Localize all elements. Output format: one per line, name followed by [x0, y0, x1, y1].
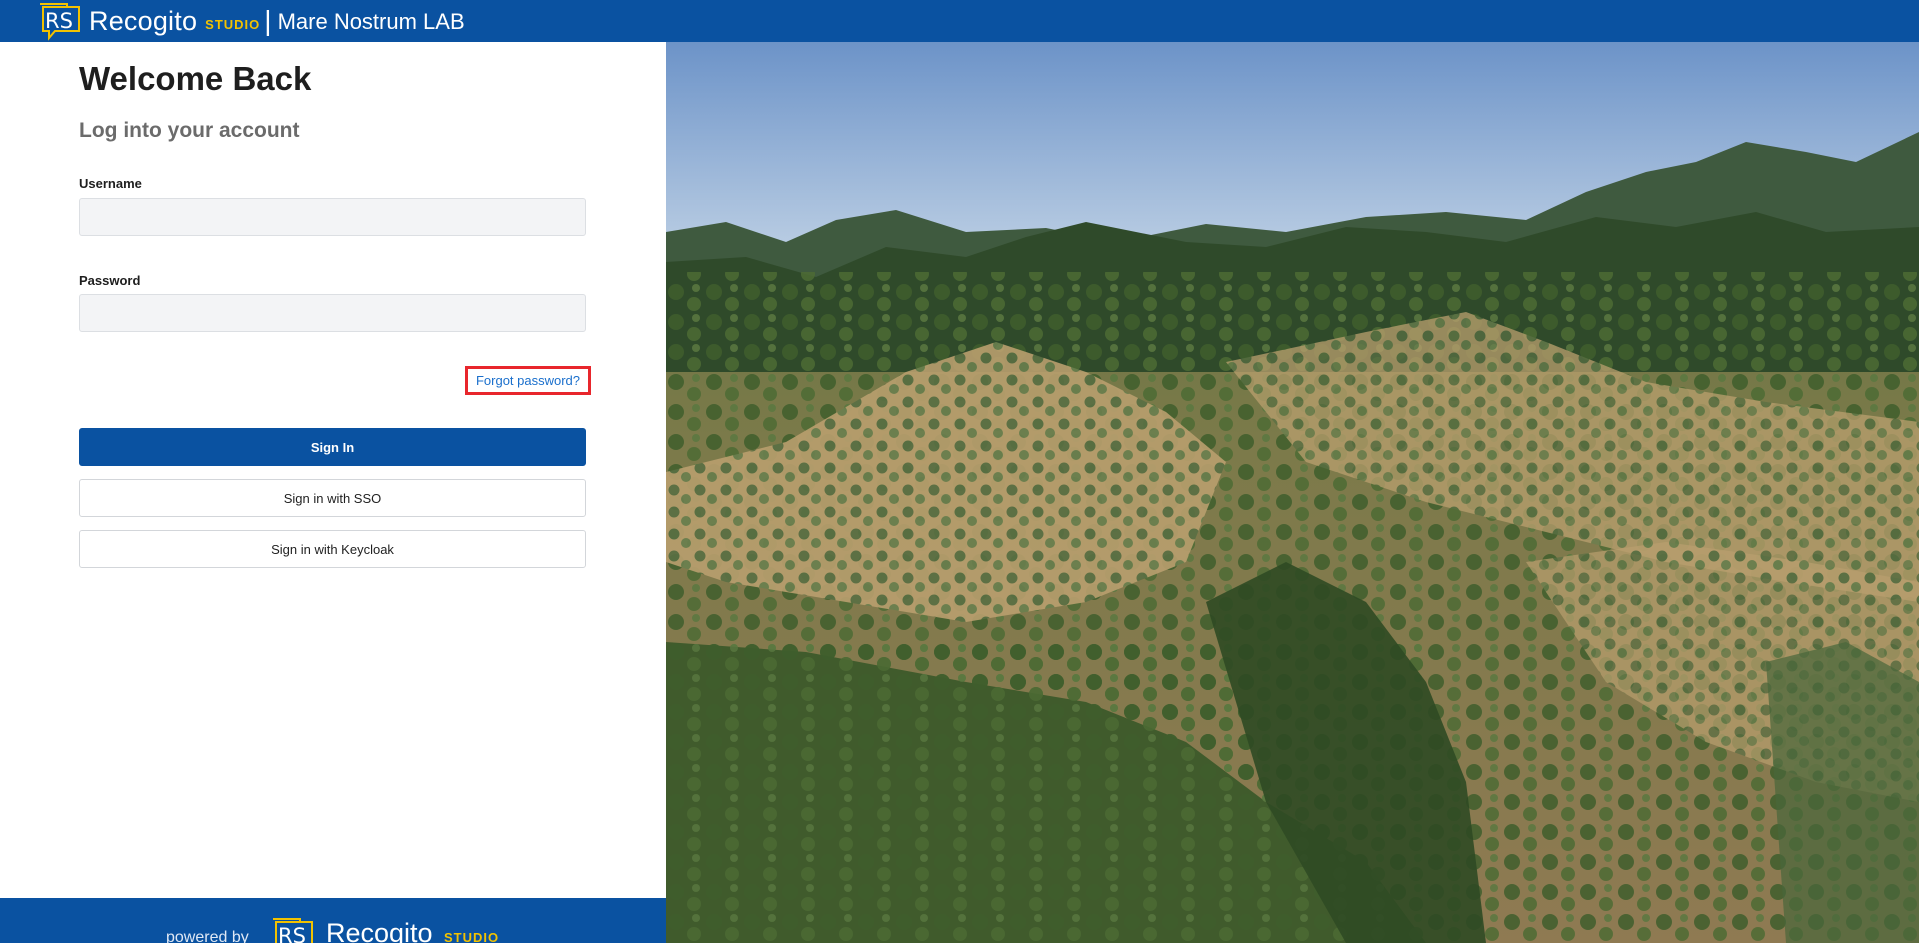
footer-brand-name: Recogito: [326, 918, 433, 943]
password-input[interactable]: [79, 294, 586, 332]
login-panel: Welcome Back Log into your account Usern…: [0, 42, 666, 898]
logo-letters: RS: [45, 9, 73, 33]
brand[interactable]: RS Recogito STUDIO | Mare Nostrum LAB: [37, 0, 465, 42]
brand-studio: STUDIO: [205, 16, 261, 32]
username-label: Username: [79, 176, 142, 191]
footer-brand-studio: STUDIO: [444, 930, 500, 943]
forgot-password-link[interactable]: Forgot password?: [465, 366, 591, 395]
top-navbar: RS Recogito STUDIO | Mare Nostrum LAB: [0, 0, 1919, 42]
sign-in-keycloak-button[interactable]: Sign in with Keycloak: [79, 530, 586, 568]
recogito-studio-logo-icon: RS: [37, 1, 83, 41]
footer: powered by RS Recogito STUDIO: [0, 898, 666, 943]
powered-by-text: powered by: [166, 929, 249, 943]
password-label: Password: [79, 273, 141, 288]
brand-name: Recogito: [89, 5, 198, 36]
username-input[interactable]: [79, 198, 586, 236]
sign-in-button[interactable]: Sign In: [79, 428, 586, 466]
brand-separator: |: [264, 5, 272, 36]
page-title: Welcome Back: [79, 60, 312, 97]
landscape-image: [666, 42, 1919, 943]
footer-logo-letters: RS: [278, 924, 306, 943]
footer-logo-icon: RS: [270, 916, 316, 943]
sign-in-sso-button[interactable]: Sign in with SSO: [79, 479, 586, 517]
page-subtitle: Log into your account: [79, 119, 300, 142]
project-name: Mare Nostrum LAB: [277, 9, 465, 34]
